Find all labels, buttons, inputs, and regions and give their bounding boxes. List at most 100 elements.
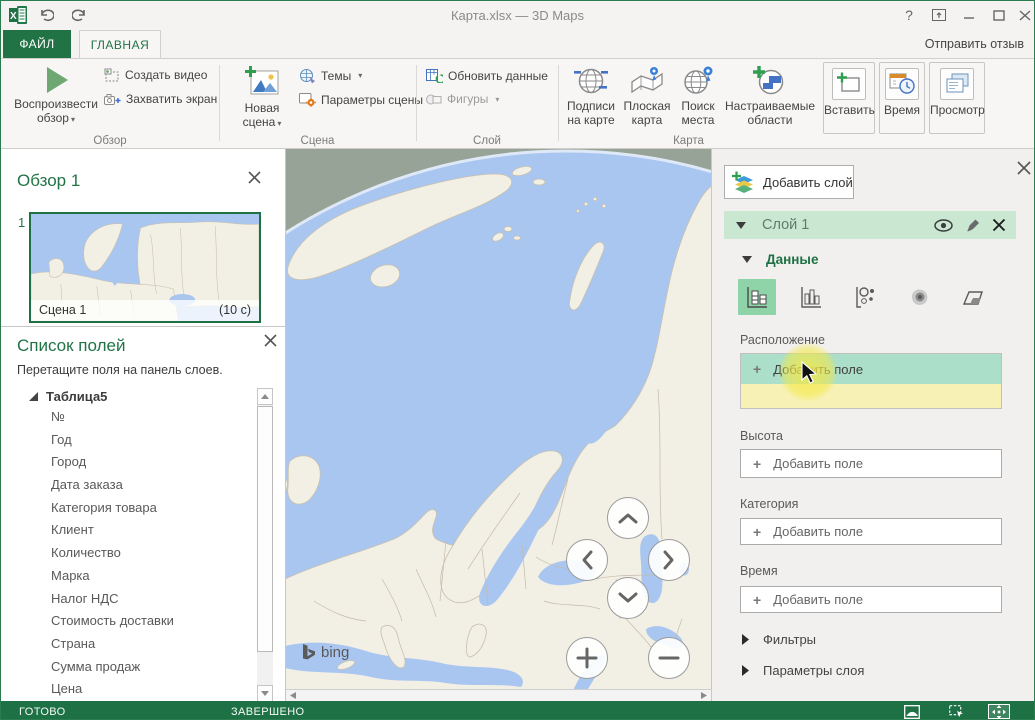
tilt-down-button[interactable]: [607, 577, 649, 619]
data-section-header[interactable]: Данные: [742, 252, 818, 267]
close-icon: [264, 334, 277, 347]
group-label-layer: Слой: [416, 135, 558, 147]
viz-region-button[interactable]: [954, 279, 992, 315]
viz-stacked-column-button[interactable]: [738, 279, 776, 315]
time-icon: [885, 68, 919, 100]
table-node[interactable]: Таблица5: [29, 389, 107, 404]
layer-header[interactable]: Слой 1: [724, 211, 1016, 239]
status-select-button[interactable]: [946, 704, 968, 719]
insert-textbox-button[interactable]: Вставить: [823, 62, 875, 134]
ribbon-group-map: Подписина карте Плоскаякарта Поискместа: [558, 59, 819, 150]
add-field-plus-icon: +: [753, 456, 761, 472]
tab-file[interactable]: ФАЙЛ: [3, 30, 71, 58]
viz-clustered-column-button[interactable]: [792, 279, 830, 315]
dropdown-arrow-icon: ▾: [71, 115, 75, 124]
play-tour-button[interactable]: Воспроизвести обзор▾: [13, 63, 99, 127]
rotate-right-button[interactable]: [648, 539, 690, 581]
layer-panel-close-button[interactable]: [1015, 161, 1033, 179]
field-item[interactable]: №: [51, 406, 251, 429]
scroll-left-arrow-icon[interactable]: [286, 690, 300, 701]
field-list-scrollbar-thumb[interactable]: [257, 406, 273, 652]
field-item[interactable]: Сумма продаж: [51, 656, 251, 679]
layer-rename-pencil-icon[interactable]: [966, 218, 979, 232]
tour-panel: Обзор 1 1 Сцена 1: [1, 149, 286, 326]
status-pan-button[interactable]: [988, 704, 1010, 719]
field-item[interactable]: Категория товара: [51, 497, 251, 520]
tab-home[interactable]: ГЛАВНАЯ: [79, 30, 161, 58]
dropdown-arrow-icon: ▾: [495, 95, 499, 104]
viz-bubble-button[interactable]: [846, 279, 884, 315]
flat-map-toggle-icon: [904, 705, 920, 719]
capture-screen-button[interactable]: Захватить экран: [104, 92, 217, 106]
select-region-icon: [949, 705, 965, 719]
map-horizontal-scrollbar[interactable]: [286, 689, 711, 701]
3d-maps-window: X Карта.xlsx — 3D Maps ? ФАЙЛ ГЛАВНАЯ От…: [0, 0, 1035, 720]
layer-delete-icon[interactable]: [992, 218, 1006, 232]
map-viewport[interactable]: bing: [286, 149, 711, 701]
send-feedback-link[interactable]: Отправить отзыв: [925, 37, 1024, 51]
help-button[interactable]: ?: [896, 5, 922, 25]
scene-number: 1: [18, 215, 25, 230]
tour-panel-close-button[interactable]: [245, 171, 263, 189]
scene-thumbnail[interactable]: Сцена 1 (10 с): [29, 212, 261, 323]
collapse-arrow-icon[interactable]: [736, 222, 746, 229]
layer-visibility-eye-icon[interactable]: [934, 219, 953, 232]
field-item[interactable]: Марка: [51, 565, 251, 588]
ribbon-tab-row: ФАЙЛ ГЛАВНАЯ Отправить отзыв: [1, 29, 1034, 58]
zoom-in-button[interactable]: [566, 637, 608, 679]
layer-options-section-header[interactable]: Параметры слоя: [742, 663, 864, 678]
field-list-scroll-down-button[interactable]: [257, 685, 273, 702]
scene-options-button[interactable]: Параметры сцены: [299, 92, 423, 107]
field-item[interactable]: Количество: [51, 542, 251, 565]
location-field-well[interactable]: + Добавить поле: [740, 353, 1002, 409]
find-location-button[interactable]: Поискместа: [675, 63, 721, 127]
field-item[interactable]: Год: [51, 429, 251, 452]
field-item[interactable]: Дата заказа: [51, 474, 251, 497]
field-item[interactable]: Клиент: [51, 519, 251, 542]
field-list-close-button[interactable]: [261, 334, 279, 352]
field-item[interactable]: Страна: [51, 633, 251, 656]
dropdown-arrow-icon: ▾: [358, 71, 362, 80]
create-video-button[interactable]: Создать видео: [104, 68, 207, 82]
refresh-data-button[interactable]: Обновить данные: [426, 68, 548, 83]
ribbon-display-options-button[interactable]: [926, 5, 952, 25]
zoom-out-button[interactable]: [648, 637, 690, 679]
scroll-down-arrow-icon: [261, 691, 269, 696]
add-layer-button[interactable]: Добавить слой: [724, 165, 854, 199]
bing-logo: bing: [302, 643, 349, 661]
field-item[interactable]: Налог НДС: [51, 588, 251, 611]
height-field-well[interactable]: + Добавить поле: [740, 449, 1002, 478]
filters-section-header[interactable]: Фильтры: [742, 632, 816, 647]
create-video-icon: [104, 68, 120, 82]
viz-type-row: [712, 279, 1035, 315]
add-field-plus-icon: +: [753, 524, 761, 540]
new-scene-button[interactable]: Новая сцена▾: [233, 63, 291, 131]
map-labels-button[interactable]: Подписина карте: [563, 63, 619, 127]
mouse-cursor: [800, 361, 818, 385]
field-list-scroll-up-button[interactable]: [257, 388, 273, 405]
scroll-right-arrow-icon[interactable]: [697, 690, 711, 701]
close-window-button[interactable]: [1012, 5, 1035, 25]
add-field-plus-icon: +: [753, 592, 761, 608]
ribbon-group-scene: Новая сцена▾ Темы▾ Параметры сцены: [219, 59, 416, 150]
minimize-button[interactable]: [956, 5, 982, 25]
time-field-well[interactable]: + Добавить поле: [740, 586, 1002, 613]
add-layer-icon: [731, 171, 755, 193]
field-list-items: №ГодГородДата заказаКатегория товараКлие…: [51, 406, 251, 701]
tilt-up-button[interactable]: [607, 497, 649, 539]
field-item[interactable]: Цена: [51, 678, 251, 701]
maximize-button[interactable]: [986, 5, 1012, 25]
themes-button[interactable]: Темы▾: [299, 68, 362, 83]
custom-regions-button[interactable]: Настраиваемыеобласти: [723, 63, 817, 127]
field-item[interactable]: Город: [51, 451, 251, 474]
preview-button[interactable]: Просмотр: [929, 62, 985, 134]
rotate-left-button[interactable]: [566, 539, 608, 581]
field-item[interactable]: Стоимость доставки: [51, 610, 251, 633]
ribbon: Воспроизвести обзор▾ Создать видео Захва…: [1, 58, 1034, 149]
category-field-well[interactable]: + Добавить поле: [740, 518, 1002, 545]
status-flat-map-button[interactable]: [901, 704, 923, 719]
viz-heatmap-button[interactable]: [900, 279, 938, 315]
time-button[interactable]: Время: [879, 62, 925, 134]
shapes-button[interactable]: Фигуры▾: [426, 92, 499, 106]
flat-map-button[interactable]: Плоскаякарта: [621, 63, 673, 127]
